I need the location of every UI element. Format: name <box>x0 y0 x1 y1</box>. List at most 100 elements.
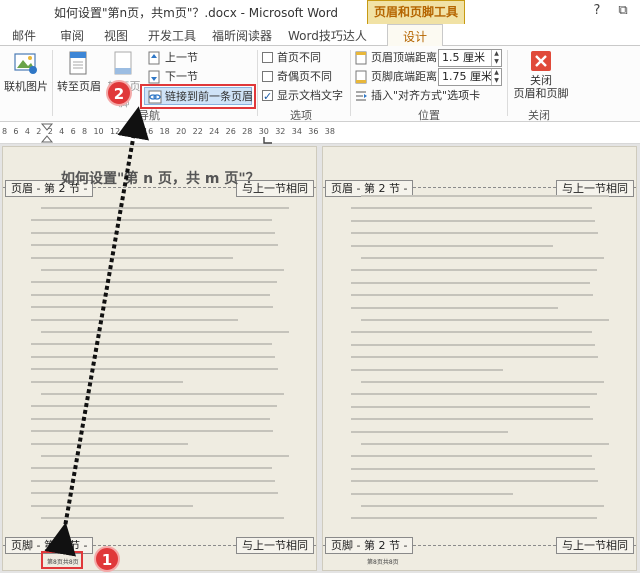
text-line <box>351 492 513 495</box>
text-line <box>361 257 604 259</box>
text-line <box>31 405 277 408</box>
insert-alignment-tab-button[interactable]: 插入"对齐方式"选项卡 <box>354 87 480 105</box>
text-line <box>351 405 590 408</box>
text-line <box>31 504 193 507</box>
show-document-text-checkbox[interactable]: 显示文档文字 <box>262 87 343 106</box>
text-line <box>31 368 278 371</box>
tab-developer[interactable]: 开发工具 <box>148 27 196 44</box>
text-line <box>31 355 275 358</box>
tab-mailings[interactable]: 邮件 <box>12 27 36 44</box>
text-line <box>31 467 272 470</box>
header-top-distance-input[interactable]: 1.5 厘米 ▲ ▼ <box>438 49 502 67</box>
title-bar: 如何设置"第n页，共m页"？.docx - Microsoft Word 页眉和… <box>0 0 640 24</box>
close-x-icon <box>531 51 551 71</box>
different-first-page-checkbox[interactable]: 首页不同 <box>262 49 321 67</box>
spin-arrows-icon[interactable]: ▲ ▼ <box>491 50 501 66</box>
group-separator <box>350 50 351 116</box>
tab-review[interactable]: 审阅 <box>60 27 84 44</box>
document-title: 如何设置"第 n 页，共 m 页"？ <box>61 171 260 187</box>
text-line <box>31 281 277 284</box>
text-line <box>351 517 597 520</box>
text-line <box>31 343 272 346</box>
callout-badge-2: 2 <box>106 80 132 106</box>
footer-bottom-distance-label: 页脚底端距离: <box>371 70 441 83</box>
tab-view[interactable]: 视图 <box>104 27 128 44</box>
footer-bottom-distance-input[interactable]: 1.75 厘米 ▲ ▼ <box>438 68 502 86</box>
text-line <box>31 318 238 321</box>
online-pictures-label: 联机图片 <box>4 80 48 93</box>
next-section-label: 下一节 <box>165 70 198 83</box>
text-line <box>31 492 278 495</box>
previous-section-button[interactable]: 上一节 <box>148 49 198 67</box>
goto-header-label: 转至页眉 <box>57 80 101 93</box>
text-line <box>31 430 273 433</box>
tab-foxit-reader[interactable]: 福昕阅读器 <box>212 27 272 44</box>
text-line <box>351 418 593 421</box>
text-line <box>351 207 592 210</box>
checkbox-box <box>262 70 273 82</box>
previous-section-icon <box>148 51 160 65</box>
ribbon: 联机图片 转至页眉 转至页脚 上一节 下一节 <box>0 46 640 122</box>
insert-alignment-tab-label: 插入"对齐方式"选项卡 <box>371 89 481 102</box>
text-line <box>351 430 508 433</box>
text-line <box>351 219 595 222</box>
group-separator <box>257 50 258 116</box>
text-line <box>351 281 590 284</box>
different-first-page-label: 首页不同 <box>277 51 321 64</box>
indent-marker-icon[interactable] <box>40 122 54 144</box>
text-line <box>31 442 188 445</box>
help-button[interactable]: ? <box>588 3 606 18</box>
footer-section-tab: 页脚 - 第 2 节 - <box>325 537 414 554</box>
text-line <box>31 479 275 482</box>
position-group-label: 位置 <box>418 109 440 122</box>
text-line <box>351 393 597 396</box>
text-line <box>361 505 604 507</box>
ribbon-display-options-button[interactable]: ⧉ <box>614 3 632 18</box>
close-label-line2: 页眉和页脚 <box>513 87 569 100</box>
same-as-previous-footer-tag: 与上一节相同 <box>556 537 634 554</box>
options-group-label: 选项 <box>290 109 312 122</box>
close-label-line1: 关闭 <box>530 74 552 87</box>
goto-header-icon <box>69 51 87 75</box>
text-line <box>351 294 593 297</box>
horizontal-ruler[interactable]: 8 6 4 2 2 4 6 8 10 12 14 16 18 20 22 24 … <box>0 122 640 144</box>
text-line <box>41 393 284 395</box>
callout-highlight-footer <box>41 551 83 569</box>
text-line <box>351 480 598 483</box>
online-pictures-icon <box>14 53 37 74</box>
tab-design[interactable]: 设计 <box>387 24 443 47</box>
goto-footer-icon <box>114 51 132 75</box>
text-line <box>351 331 592 334</box>
text-line <box>31 219 272 222</box>
text-line <box>31 306 273 309</box>
text-line <box>351 356 598 359</box>
text-line <box>41 517 284 519</box>
document-page-right[interactable]: 页眉 - 第 2 节 - 与上一节相同 页脚 - 第 2 节 - 与上一节相同 … <box>322 146 637 571</box>
text-line <box>31 244 278 247</box>
online-pictures-button[interactable]: 联机图片 <box>2 50 50 94</box>
close-header-footer-button[interactable]: 关闭 页眉和页脚 <box>510 50 572 100</box>
text-line <box>41 455 289 457</box>
navigation-group-label: 导航 <box>138 109 160 122</box>
previous-section-label: 上一节 <box>165 51 198 64</box>
goto-header-button[interactable]: 转至页眉 <box>56 50 102 94</box>
close-group-label: 关闭 <box>528 109 550 122</box>
text-line <box>41 331 289 333</box>
text-line <box>351 343 595 346</box>
text-line <box>351 467 595 470</box>
different-odd-even-checkbox[interactable]: 奇偶页不同 <box>262 68 332 86</box>
tab-word-tips[interactable]: Word技巧达人 <box>288 27 367 44</box>
callout-highlight-link-button <box>140 84 256 109</box>
footer-position-icon <box>355 70 367 84</box>
callout-badge-1: 1 <box>94 546 120 572</box>
text-line <box>31 231 275 234</box>
text-line <box>31 256 233 259</box>
document-page-left[interactable]: 页眉 - 第 2 节 - 与上一节相同 如何设置"第 n 页，共 m 页"？ 页… <box>2 146 317 571</box>
group-separator <box>52 50 53 116</box>
spin-arrows-icon[interactable]: ▲ ▼ <box>491 69 501 85</box>
tab-stop-marker-icon[interactable] <box>263 136 273 144</box>
text-line <box>351 306 558 309</box>
text-line <box>351 368 503 371</box>
text-line <box>31 417 270 420</box>
footer-page-number-field[interactable]: 第8页共8页 <box>367 557 399 566</box>
